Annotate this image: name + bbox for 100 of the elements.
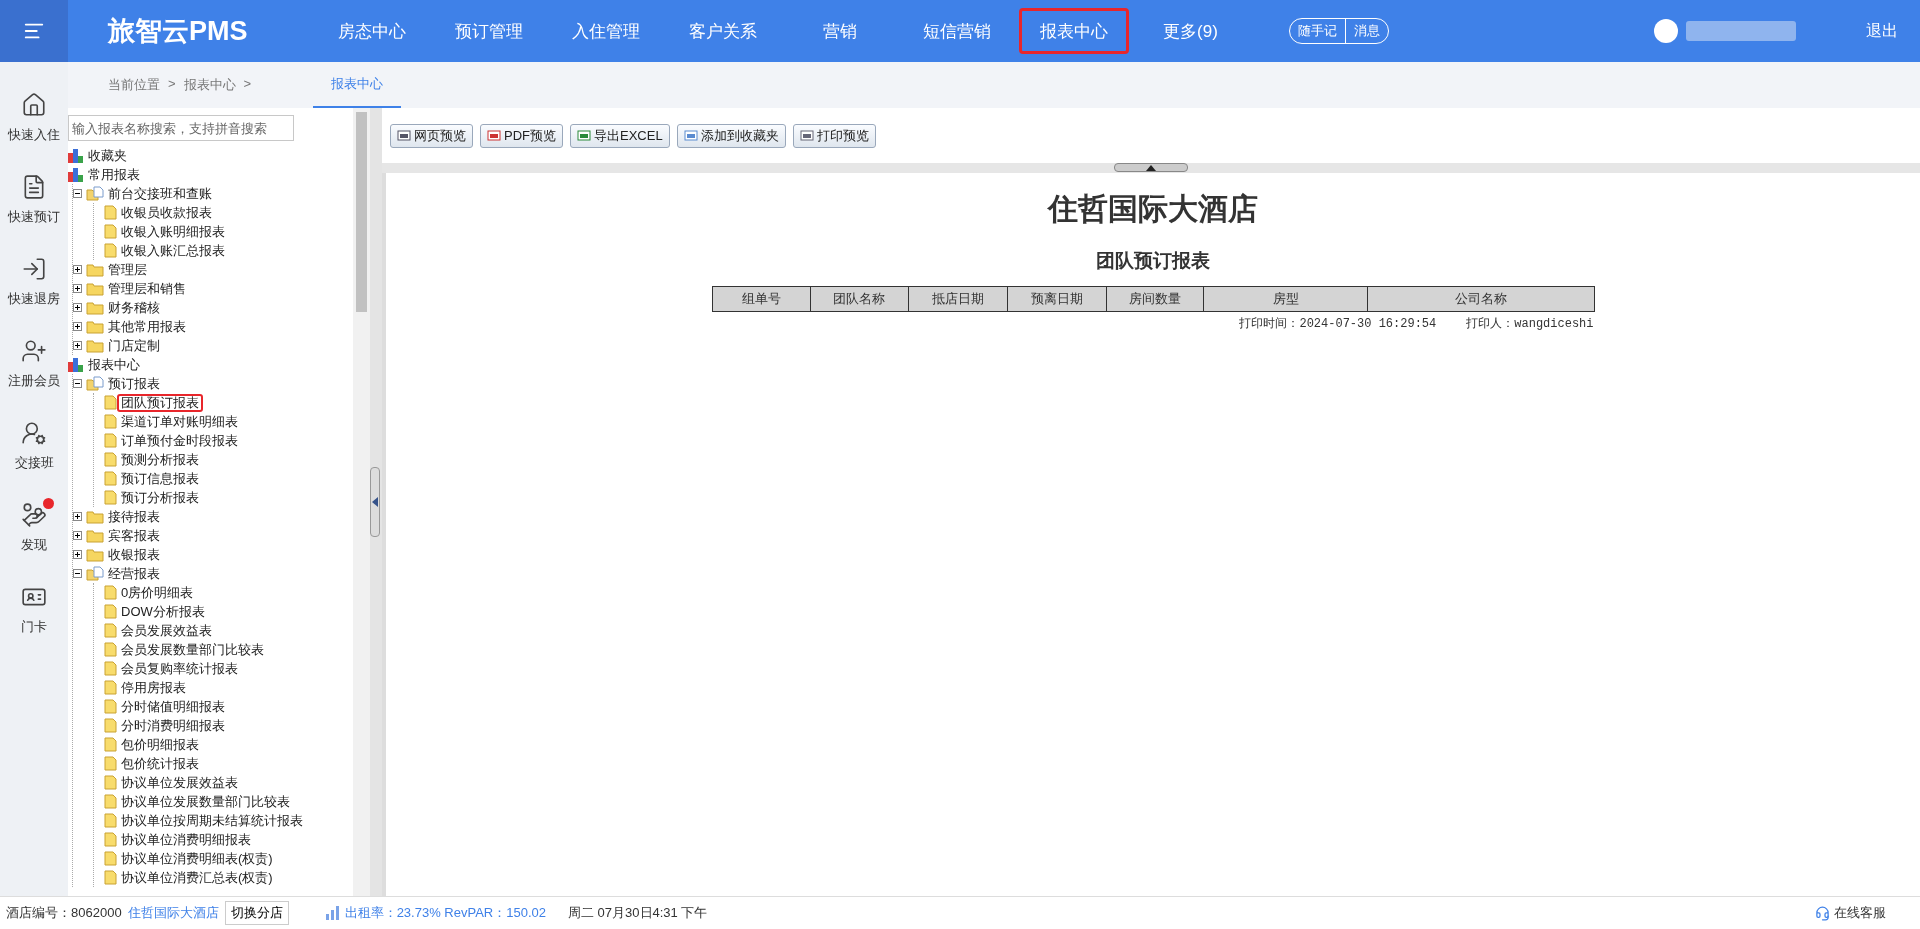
tree-item[interactable]: 接待报表: [104, 507, 164, 526]
tree-item[interactable]: 0房价明细表: [117, 583, 198, 602]
nav-tab[interactable]: 房态中心: [313, 19, 430, 43]
sidebar-item[interactable]: 快速预订: [0, 174, 68, 226]
sidebar-item[interactable]: 交接班: [0, 420, 68, 472]
tree-item[interactable]: 订单预付金时段报表: [117, 431, 242, 450]
nav-tab[interactable]: 预订管理: [430, 19, 547, 43]
toolbar-button[interactable]: PDF预览: [480, 123, 563, 148]
tree-item[interactable]: 会员复购率统计报表: [117, 659, 242, 678]
page-icon: [104, 775, 117, 790]
hand-coin-icon: [21, 502, 47, 528]
tree-item[interactable]: 协议单位消费明细报表: [117, 830, 255, 849]
tree-item[interactable]: 宾客报表: [104, 526, 164, 545]
user-avatar[interactable]: [1654, 19, 1678, 43]
header-button[interactable]: 消息: [1345, 19, 1388, 43]
toolbar-button[interactable]: 导出EXCEL: [570, 123, 670, 148]
tree-item[interactable]: 渠道订单对账明细表: [117, 412, 242, 431]
page-icon: [104, 832, 117, 847]
tree-item[interactable]: 管理层: [104, 260, 151, 279]
tree-item[interactable]: 会员发展数量部门比较表: [117, 640, 268, 659]
page-icon: [104, 471, 117, 486]
online-service-button[interactable]: 在线客服: [1809, 903, 1892, 923]
scrollbar[interactable]: [353, 108, 370, 896]
logout-link[interactable]: 退出: [1866, 20, 1898, 42]
sidebar-item[interactable]: 快速入住: [0, 92, 68, 144]
page-icon: [104, 851, 117, 866]
collapse-handle[interactable]: [1114, 163, 1188, 172]
folder-icon: [86, 509, 104, 524]
tree-item[interactable]: 其他常用报表: [104, 317, 190, 336]
tree-item[interactable]: 前台交接班和查账: [104, 184, 216, 203]
tree-item[interactable]: 协议单位发展数量部门比较表: [117, 792, 294, 811]
folder-icon: [86, 338, 104, 353]
tree-item[interactable]: 收银报表: [104, 545, 164, 564]
nav-tab[interactable]: 营销: [781, 19, 898, 43]
toolbar-button[interactable]: 添加到收藏夹: [676, 123, 786, 148]
page-icon: [104, 870, 117, 885]
tree-item[interactable]: 收银入账明细报表: [117, 222, 229, 241]
toolbar-button[interactable]: 打印预览: [792, 123, 876, 148]
open-folder-icon: [86, 186, 104, 201]
tree-item[interactable]: 分时储值明细报表: [117, 697, 229, 716]
tree-item[interactable]: 预订信息报表: [117, 469, 203, 488]
nav-tab[interactable]: 报表中心: [1018, 8, 1129, 54]
search-field[interactable]: 输入报表名称搜索，支持拼音搜索: [68, 115, 294, 141]
user-plus-icon: [21, 338, 47, 364]
tree-item[interactable]: 协议单位发展效益表: [117, 773, 242, 792]
bar-chart-icon: [68, 357, 84, 372]
collapse-handle[interactable]: [370, 467, 380, 537]
expand-icon[interactable]: [73, 303, 82, 312]
tree-item[interactable]: 协议单位消费汇总表(权责): [117, 868, 277, 887]
tree-item[interactable]: 团队预订报表: [117, 393, 203, 412]
sidebar-item[interactable]: 门卡: [0, 584, 68, 636]
sidebar-item[interactable]: 注册会员: [0, 338, 68, 390]
expand-icon[interactable]: [73, 265, 82, 274]
bar-chart-icon: [68, 167, 84, 182]
tree-item[interactable]: 分时消费明细报表: [117, 716, 229, 735]
expand-icon[interactable]: [73, 512, 82, 521]
tree-item[interactable]: 协议单位消费明细表(权责): [117, 849, 277, 868]
tree-item[interactable]: 收银员收款报表: [117, 203, 216, 222]
tree-item[interactable]: 报表中心: [84, 355, 144, 374]
page-icon: [104, 414, 117, 429]
nav-tab[interactable]: 短信营销: [898, 19, 1015, 43]
switch-store-button[interactable]: 切换分店: [224, 901, 289, 925]
tree-item[interactable]: 包价统计报表: [117, 754, 203, 773]
tree-item[interactable]: 协议单位按周期未结算统计报表: [117, 811, 307, 830]
sidebar-item[interactable]: 发现: [0, 502, 68, 554]
expand-icon[interactable]: [73, 550, 82, 559]
tree-item[interactable]: 财务稽核: [104, 298, 164, 317]
tree-item[interactable]: 预订分析报表: [117, 488, 203, 507]
tree-item[interactable]: 门店定制: [104, 336, 164, 355]
tree-item[interactable]: 会员发展效益表: [117, 621, 216, 640]
toolbar-button[interactable]: 网页预览: [390, 123, 473, 148]
nav-tab[interactable]: 入住管理: [547, 19, 664, 43]
print-time: 打印时间：2024-07-30 16:29:54: [1239, 316, 1437, 332]
expand-icon[interactable]: [73, 322, 82, 331]
tree-item[interactable]: 包价明细报表: [117, 735, 203, 754]
tree-item[interactable]: 收藏夹: [84, 146, 131, 165]
tree-item[interactable]: 管理层和销售: [104, 279, 190, 298]
expand-icon[interactable]: [73, 531, 82, 540]
page-icon: [104, 737, 117, 752]
header-button[interactable]: 随手记: [1290, 19, 1345, 43]
tree-item[interactable]: 收银入账汇总报表: [117, 241, 229, 260]
tree-item[interactable]: 预订报表: [104, 374, 164, 393]
expand-icon[interactable]: [73, 284, 82, 293]
collapse-icon[interactable]: [73, 379, 82, 388]
sidebar-item[interactable]: 快速退房: [0, 256, 68, 308]
tree-item[interactable]: DOW分析报表: [117, 602, 209, 621]
page-icon: [104, 395, 117, 410]
tree-item[interactable]: 经营报表: [104, 564, 164, 583]
nav-tab[interactable]: 更多(9): [1132, 19, 1249, 43]
hotel-name-link[interactable]: 住哲国际大酒店: [127, 904, 219, 922]
collapse-icon[interactable]: [73, 569, 82, 578]
nav-tab[interactable]: 客户关系: [664, 19, 781, 43]
house-icon: [21, 92, 47, 118]
collapse-icon[interactable]: [73, 189, 82, 198]
page-icon: [104, 699, 117, 714]
tree-item[interactable]: 停用房报表: [117, 678, 190, 697]
tree-item[interactable]: 预测分析报表: [117, 450, 203, 469]
page-icon: [104, 452, 117, 467]
expand-icon[interactable]: [73, 341, 82, 350]
tree-item[interactable]: 常用报表: [84, 165, 144, 184]
